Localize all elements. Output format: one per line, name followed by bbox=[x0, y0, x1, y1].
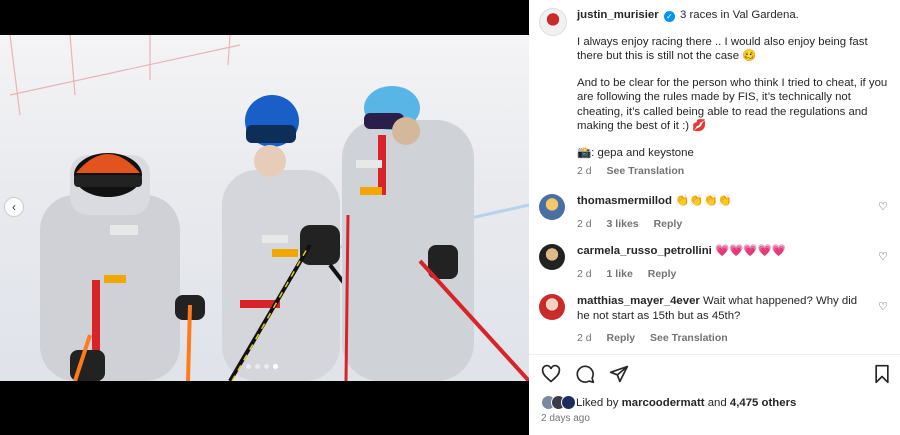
see-translation-link[interactable]: See Translation bbox=[607, 165, 685, 177]
carousel-dot bbox=[264, 364, 269, 369]
commenter-avatar[interactable] bbox=[539, 294, 565, 320]
bookmark-icon bbox=[875, 364, 889, 384]
comment-likes[interactable]: 1 like bbox=[607, 268, 633, 280]
comment-text: 👏👏👏👏 bbox=[675, 195, 732, 207]
comment-like-heart-icon[interactable]: ♡ bbox=[878, 200, 888, 213]
verified-badge-icon: ✓ bbox=[663, 11, 675, 22]
caption-paragraph-1: I always enjoy racing there .. I would a… bbox=[577, 35, 868, 63]
caption-lead: 3 races in Val Gardena. bbox=[680, 9, 799, 21]
save-button[interactable] bbox=[872, 364, 892, 387]
actions-divider bbox=[529, 354, 900, 355]
liked-by-user[interactable]: marcoodermatt bbox=[622, 397, 705, 409]
carousel-prev-button[interactable]: ‹ bbox=[4, 197, 24, 217]
carousel-dot bbox=[255, 364, 260, 369]
post-panel: justin_murisier ✓ 3 races in Val Gardena… bbox=[529, 0, 900, 435]
commenter-avatar[interactable] bbox=[539, 244, 565, 270]
chevron-left-icon: ‹ bbox=[12, 200, 16, 214]
post-actions bbox=[541, 364, 629, 384]
caption-credit: 📸: gepa and keystone bbox=[577, 146, 694, 159]
comment-text: 💗💗💗💗💗 bbox=[715, 245, 786, 257]
commenter-username[interactable]: matthias_mayer_4ever bbox=[577, 295, 700, 307]
comment-time[interactable]: 2 d bbox=[577, 332, 592, 344]
commenter-username[interactable]: carmela_russo_petrollini bbox=[577, 245, 712, 257]
heart-icon[interactable] bbox=[541, 364, 561, 384]
caption-paragraph-2: And to be clear for the person who think… bbox=[577, 76, 888, 133]
likes-summary: Liked by marcoodermatt and 4,475 others bbox=[541, 395, 796, 410]
author-username[interactable]: justin_murisier bbox=[577, 9, 659, 21]
comment-item: matthias_mayer_4ever Wait what happened?… bbox=[539, 294, 894, 346]
liker-avatars bbox=[541, 395, 576, 410]
liker-avatar bbox=[561, 395, 576, 410]
carousel-dot bbox=[246, 364, 251, 369]
comment-icon[interactable] bbox=[575, 364, 595, 384]
commenter-avatar[interactable] bbox=[539, 194, 565, 220]
ski-racers-illustration bbox=[9, 35, 529, 381]
caption-time[interactable]: 2 d bbox=[577, 165, 592, 177]
comment-item: carmela_russo_petrollini 💗💗💗💗💗 2 d 1 lik… bbox=[539, 244, 894, 281]
post-media: ‹ bbox=[0, 0, 529, 435]
author-avatar[interactable] bbox=[539, 8, 567, 36]
comment-item: thomasmermillod 👏👏👏👏 2 d 3 likes Reply ♡ bbox=[539, 194, 894, 231]
carousel-indicator bbox=[246, 364, 278, 369]
comment-time[interactable]: 2 d bbox=[577, 268, 592, 280]
post-timestamp[interactable]: 2 days ago bbox=[541, 413, 590, 424]
reply-button[interactable]: Reply bbox=[654, 218, 683, 230]
post-photo[interactable] bbox=[0, 35, 529, 381]
comment-like-heart-icon[interactable]: ♡ bbox=[878, 300, 888, 313]
post-caption: justin_murisier ✓ 3 races in Val Gardena… bbox=[539, 8, 894, 179]
reply-button[interactable]: Reply bbox=[648, 268, 677, 280]
share-icon[interactable] bbox=[609, 364, 629, 384]
liked-by-prefix: Liked by bbox=[576, 396, 619, 409]
liked-by-joiner: and bbox=[707, 396, 727, 409]
likes-count[interactable]: 4,475 others bbox=[730, 397, 796, 409]
comment-time[interactable]: 2 d bbox=[577, 218, 592, 230]
commenter-username[interactable]: thomasmermillod bbox=[577, 195, 672, 207]
comment-likes[interactable]: 3 likes bbox=[607, 218, 639, 230]
carousel-dot-active bbox=[273, 364, 278, 369]
reply-button[interactable]: Reply bbox=[607, 332, 636, 344]
see-translation-link[interactable]: See Translation bbox=[650, 332, 728, 344]
comment-like-heart-icon[interactable]: ♡ bbox=[878, 250, 888, 263]
